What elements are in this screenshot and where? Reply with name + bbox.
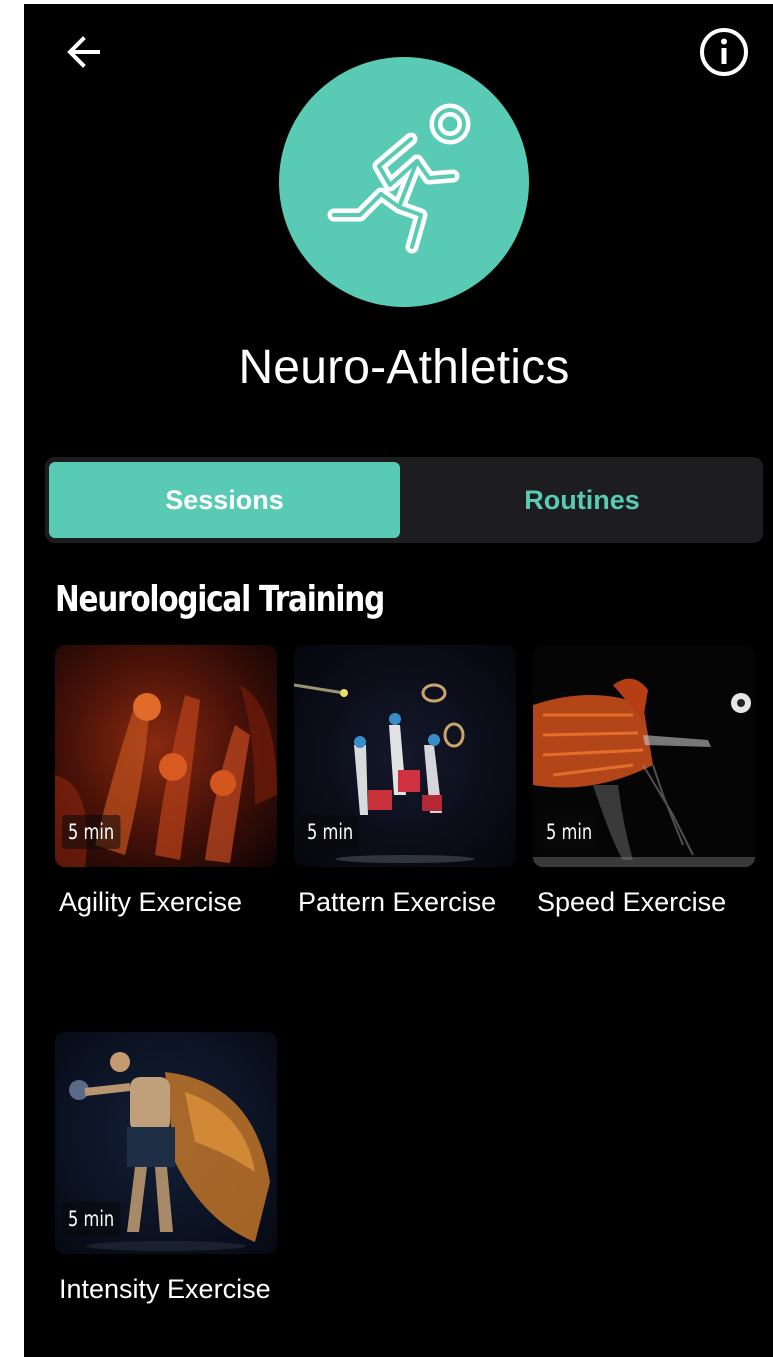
info-circle-icon (700, 28, 748, 76)
duration-badge: 5 min (540, 815, 599, 849)
exercise-thumbnail: 5 min (55, 1032, 277, 1254)
exercise-thumbnail: 5 min (533, 645, 755, 867)
exercise-label: Speed Exercise (537, 887, 727, 917)
section-title: Neurological Training (55, 579, 385, 620)
exercise-label: Agility Exercise (59, 887, 243, 917)
exercise-label: Pattern Exercise (298, 887, 497, 917)
exercise-card-pattern[interactable]: 5 min Pattern Exercise (294, 645, 516, 923)
runner-icon (327, 103, 471, 254)
tab-routines[interactable]: Routines (405, 462, 759, 538)
exercise-card-intensity[interactable]: 5 min Intensity Exercise (55, 1032, 277, 1310)
page-title: Neuro-Athletics (238, 341, 570, 394)
hero-circle (279, 57, 529, 307)
duration-badge: 5 min (62, 1202, 121, 1236)
back-button[interactable] (62, 30, 106, 74)
arrow-left-icon (67, 36, 100, 68)
exercise-card-speed[interactable]: 5 min Speed Exercise (533, 645, 755, 923)
app-screen: Neuro-Athletics Sessions Routines Neurol… (24, 4, 773, 1357)
duration-badge: 5 min (62, 815, 121, 849)
exercise-card-agility[interactable]: 5 min Agility Exercise (55, 645, 277, 923)
exercise-thumbnail: 5 min (55, 645, 277, 867)
tab-sessions[interactable]: Sessions (49, 462, 400, 538)
segmented-tabs: Sessions Routines (45, 457, 763, 543)
exercise-thumbnail: 5 min (294, 645, 516, 867)
info-button[interactable] (696, 24, 752, 80)
exercise-label: Intensity Exercise (59, 1274, 271, 1304)
duration-badge: 5 min (301, 815, 360, 849)
